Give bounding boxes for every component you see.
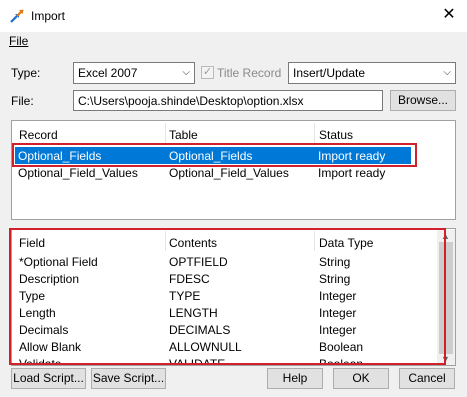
help-label: Help [282, 371, 308, 385]
column-divider [165, 123, 166, 143]
records-header-status: Status [319, 128, 354, 142]
window-title: Import [31, 9, 66, 23]
records-table: Record Table Status Optional_Fields Opti… [11, 120, 456, 220]
browse-button[interactable]: Browse... [390, 90, 456, 111]
save-script-label: Save Script... [92, 371, 165, 385]
title-bar [0, 0, 467, 32]
records-header-record: Record [19, 128, 58, 142]
column-divider [314, 123, 315, 143]
import-app-icon [10, 9, 24, 23]
cancel-label: Cancel [408, 371, 446, 385]
title-record-label: Title Record [217, 66, 282, 80]
help-button[interactable]: Help [267, 368, 323, 389]
save-script-button[interactable]: Save Script... [91, 368, 166, 389]
records-header-table: Table [169, 128, 198, 142]
mode-select-value: Insert/Update [293, 66, 366, 80]
record-table[interactable]: Optional_Field_Values [169, 166, 289, 180]
fields-table-highlight [9, 228, 446, 365]
type-label: Type: [11, 66, 41, 80]
close-icon[interactable]: ✕ [439, 5, 459, 25]
record-name[interactable]: Optional_Field_Values [18, 166, 138, 180]
menu-file-label: File [9, 34, 29, 48]
cancel-button[interactable]: Cancel [399, 368, 455, 389]
type-select-value: Excel 2007 [78, 66, 138, 80]
title-record-checkbox[interactable]: ✓ [201, 66, 214, 79]
menu-file[interactable]: File [9, 34, 28, 48]
mode-select[interactable]: Insert/Update ⌵ [288, 62, 456, 84]
browse-button-label: Browse... [397, 93, 448, 107]
chevron-down-icon: ⌵ [443, 67, 451, 78]
ok-button[interactable]: OK [333, 368, 389, 389]
file-label: File: [11, 94, 34, 108]
record-status[interactable]: Import ready [318, 166, 385, 180]
file-path-input[interactable]: C:\Users\pooja.shinde\Desktop\option.xls… [73, 90, 383, 111]
ok-label: OK [352, 371, 370, 385]
load-script-label: Load Script... [13, 371, 84, 385]
load-script-button[interactable]: Load Script... [11, 368, 86, 389]
selected-record-highlight [12, 143, 417, 167]
chevron-down-icon: ⌵ [182, 67, 190, 78]
type-select[interactable]: Excel 2007 ⌵ [73, 62, 195, 84]
